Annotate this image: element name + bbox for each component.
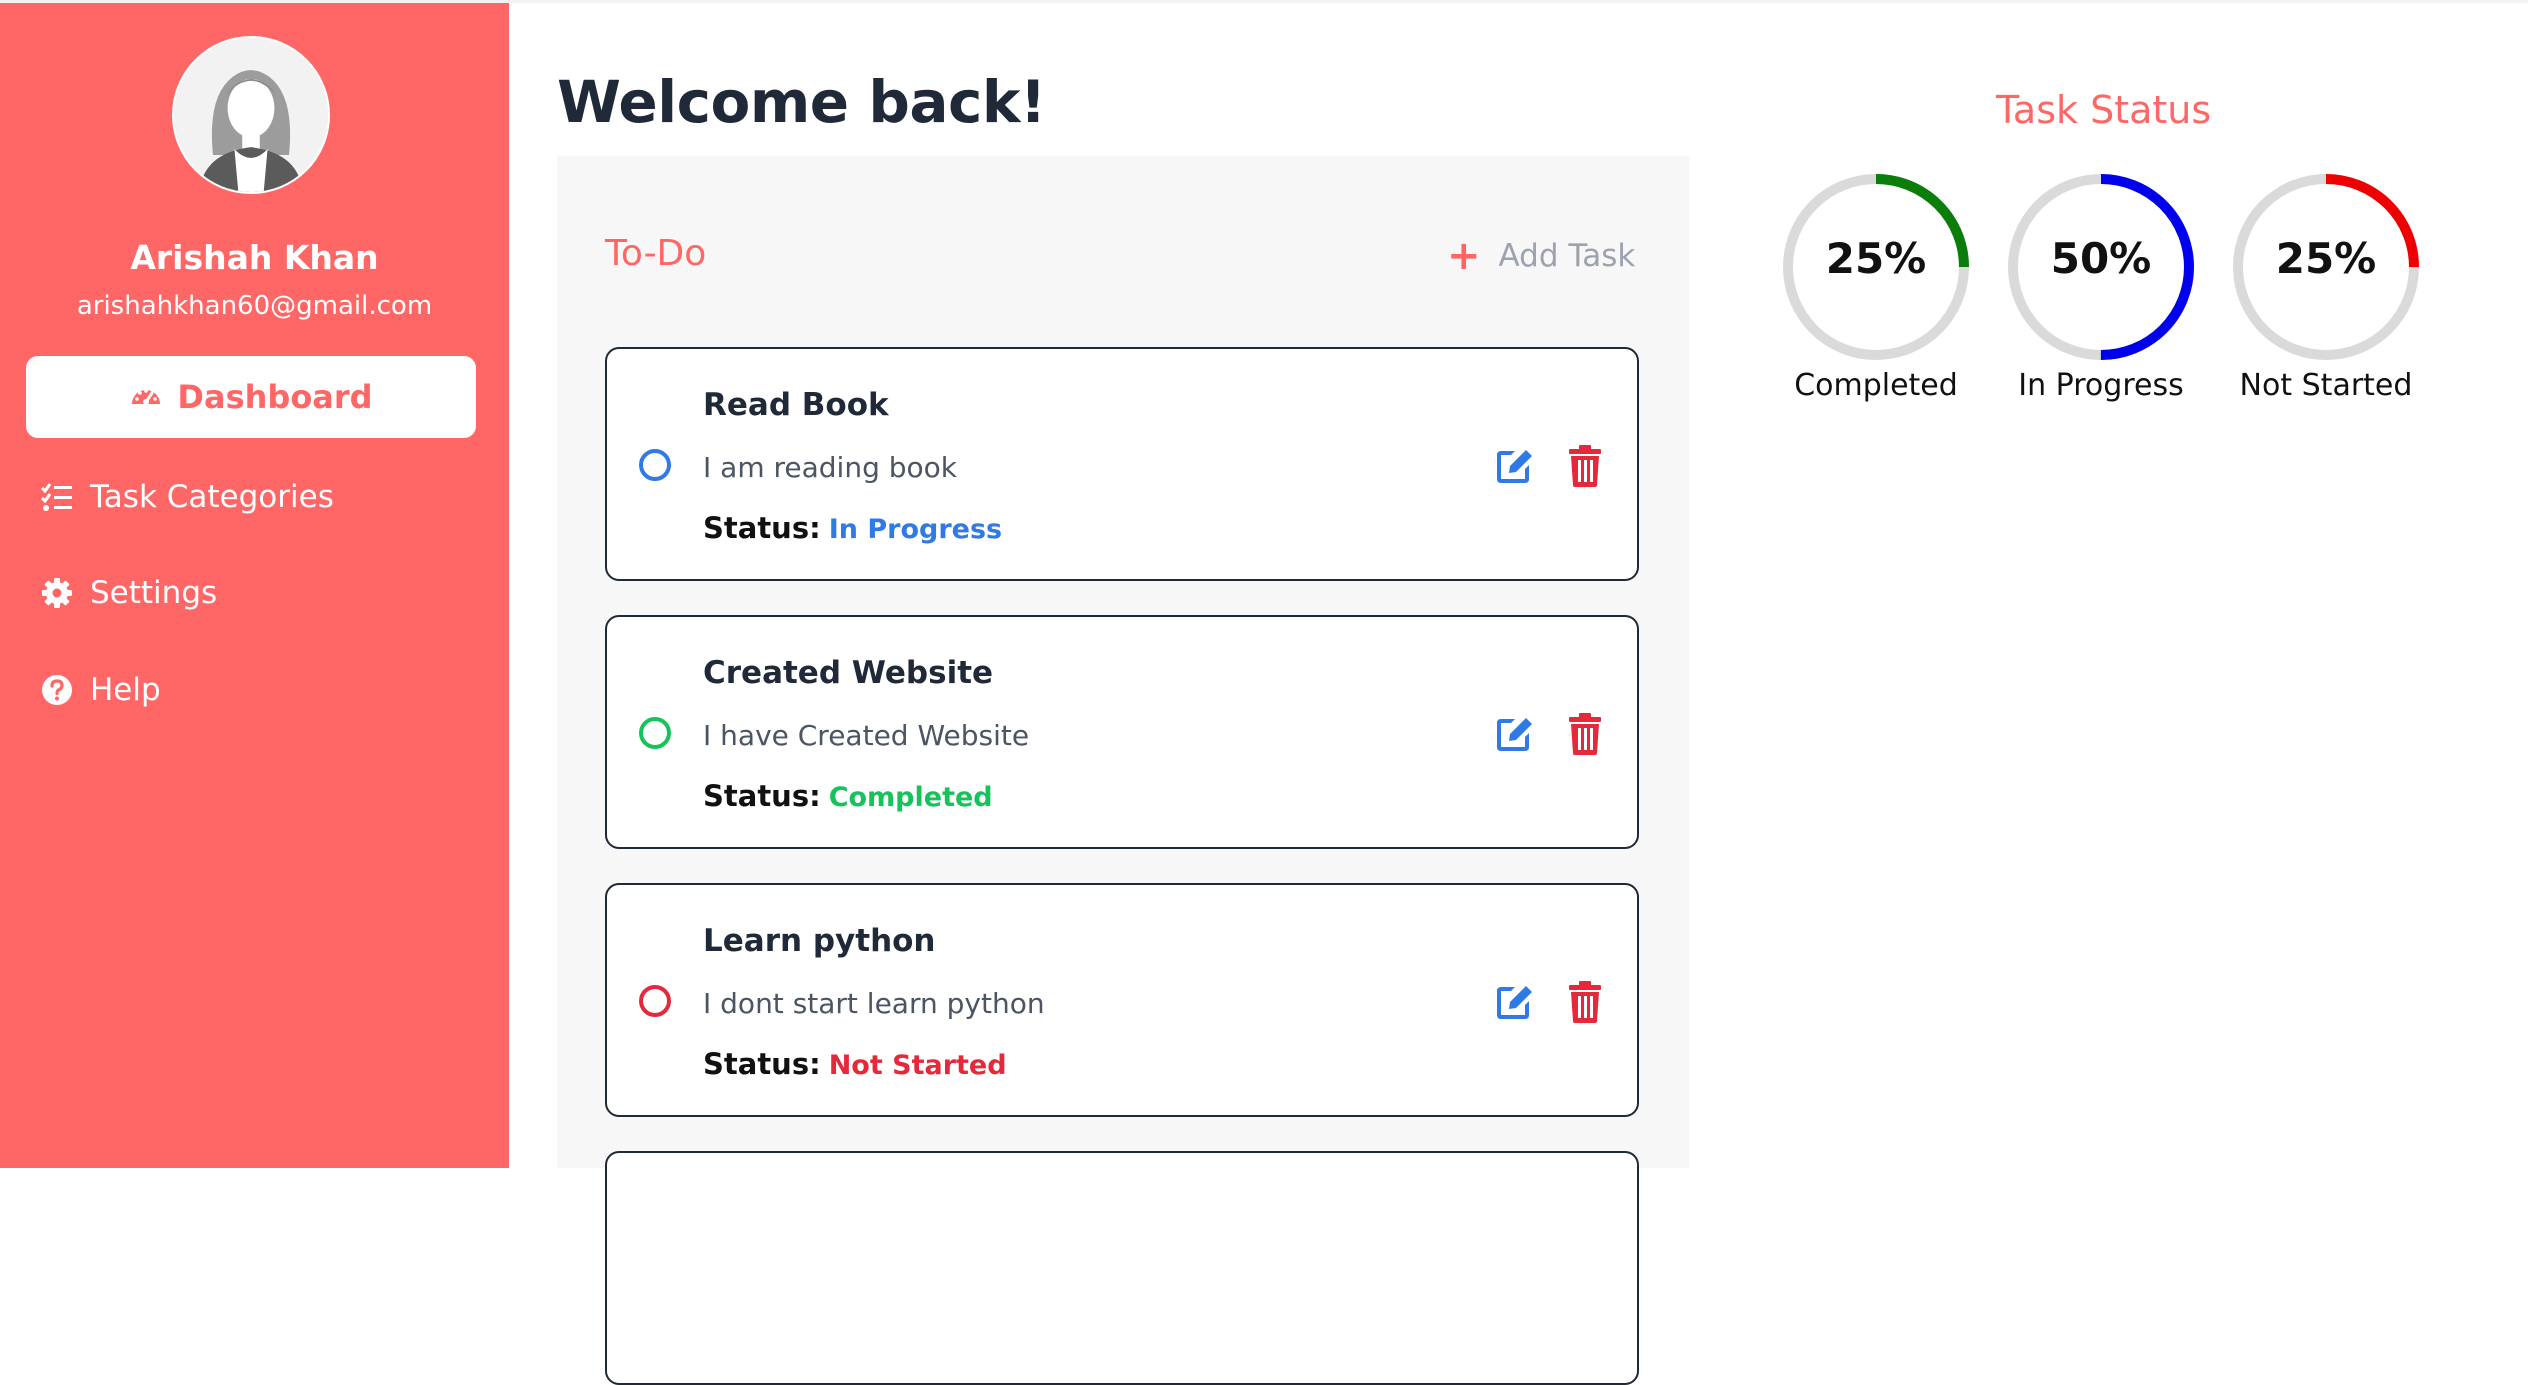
edit-icon[interactable] [1493, 445, 1535, 485]
status-value: Not Started [828, 1050, 1007, 1081]
status-label: Completed [1794, 368, 1958, 403]
task-card: Learn python I dont start learn python S… [605, 883, 1639, 1117]
avatar[interactable] [172, 36, 330, 194]
question-circle-icon [42, 675, 72, 705]
task-description: I am reading book [703, 451, 957, 484]
sidebar-item-task-categories[interactable]: Task Categories [40, 472, 334, 522]
todo-title: To-Do [605, 233, 707, 274]
user-name: Arishah Khan [130, 238, 379, 277]
task-status-circle[interactable] [639, 449, 671, 481]
list-check-icon [40, 483, 72, 511]
status-prefix: Status: [703, 779, 821, 813]
task-title: Learn python [703, 923, 936, 959]
plus-icon: + [1447, 233, 1481, 279]
dashboard-gauge-icon [132, 389, 161, 405]
trash-icon[interactable] [1567, 445, 1603, 487]
sidebar-item-label: Settings [90, 575, 218, 611]
sidebar-item-label: Task Categories [90, 479, 334, 515]
task-status-circle[interactable] [639, 717, 671, 749]
status-prefix: Status: [703, 1047, 821, 1081]
status-gauge-not-started: 25% Not Started [2231, 172, 2421, 403]
sidebar-item-help[interactable]: Help [40, 665, 161, 715]
add-task-label: Add Task [1498, 238, 1636, 274]
gear-icon [42, 578, 72, 608]
edit-icon[interactable] [1493, 981, 1535, 1021]
task-title: Created Website [703, 655, 994, 691]
task-description: I have Created Website [703, 719, 1030, 752]
status-percent: 25% [1825, 234, 1927, 283]
task-card: Read Book I am reading book Status: In Pr… [605, 347, 1639, 581]
task-status: Status: Completed [703, 779, 993, 813]
sidebar-item-settings[interactable]: Settings [40, 568, 217, 618]
sidebar: Arishah Khan arishahkhan60@gmail.com Das… [0, 3, 509, 1168]
task-status-circle[interactable] [639, 985, 671, 1017]
task-card [605, 1151, 1639, 1385]
task-status: Status: Not Started [703, 1047, 1007, 1081]
edit-icon[interactable] [1493, 713, 1535, 753]
user-email: arishahkhan60@gmail.com [76, 291, 433, 321]
task-status: Status: In Progress [703, 511, 1002, 545]
status-percent: 25% [2275, 234, 2377, 283]
task-description: I dont start learn python [703, 987, 1045, 1020]
task-title: Read Book [703, 387, 889, 423]
status-prefix: Status: [703, 511, 821, 545]
status-label: In Progress [2018, 368, 2184, 403]
sidebar-item-dashboard[interactable]: Dashboard [26, 356, 476, 438]
status-percent: 50% [2050, 234, 2152, 283]
status-value: Completed [828, 782, 993, 813]
trash-icon[interactable] [1567, 713, 1603, 755]
task-card: Created Website I have Created Website S… [605, 615, 1639, 849]
sidebar-item-label: Help [90, 672, 161, 708]
sidebar-item-label: Dashboard [177, 378, 373, 416]
status-label: Not Started [2239, 368, 2413, 403]
page-title: Welcome back! [557, 68, 1046, 136]
trash-icon[interactable] [1567, 981, 1603, 1023]
task-status-title: Task Status [1996, 88, 2212, 132]
status-gauge-in-progress: 50% In Progress [2006, 172, 2196, 403]
avatar-portrait-icon [174, 38, 328, 192]
status-value: In Progress [828, 514, 1003, 545]
todo-panel: To-Do + Add Task Read Book I am reading … [557, 156, 1689, 1385]
add-task-button[interactable]: + Add Task [1447, 236, 1635, 276]
status-gauge-completed: 25% Completed [1781, 172, 1971, 403]
